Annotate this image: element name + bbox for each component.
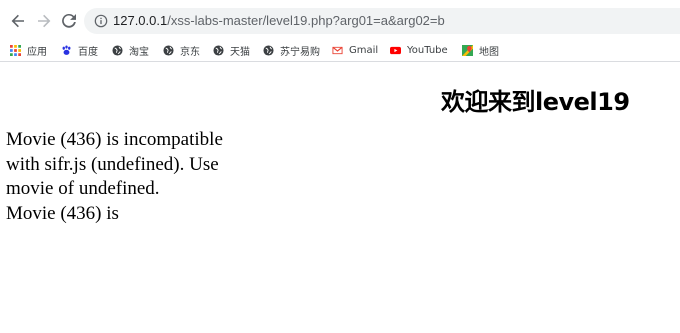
flash-error-message-repeat: Movie (436) is — [6, 202, 119, 224]
url-path: /xss-labs-master/level19.php?arg01=a&arg… — [167, 13, 445, 28]
maps-pin-icon — [462, 44, 473, 56]
globe-icon — [112, 44, 123, 56]
globe-icon — [263, 44, 274, 56]
bookmark-label: 应用 — [27, 46, 47, 58]
youtube-icon — [390, 45, 401, 56]
bookmark-label: 苏宁易购 — [280, 46, 320, 58]
bookmark-baidu[interactable]: 百度 — [61, 41, 98, 59]
forward-arrow-icon[interactable] — [33, 10, 55, 32]
reload-icon[interactable] — [58, 10, 80, 32]
page-heading: 欢迎来到level19 — [441, 88, 630, 116]
back-arrow-icon[interactable] — [7, 10, 29, 32]
bookmark-label: 地图 — [479, 46, 499, 58]
bookmark-maps[interactable]: 地图 — [462, 41, 499, 59]
address-bar[interactable]: 127.0.0.1/xss-labs-master/level19.php?ar… — [84, 8, 680, 34]
browser-toolbar: 127.0.0.1/xss-labs-master/level19.php?ar… — [0, 0, 680, 39]
bookmark-label: 天猫 — [230, 46, 250, 58]
bookmark-label: YouTube — [407, 44, 448, 56]
bookmark-label: Gmail — [349, 44, 379, 56]
bookmark-tmall[interactable]: 天猫 — [213, 41, 250, 59]
gmail-icon — [332, 45, 343, 56]
bookmarks-bar: 应用 百度 淘宝 京东 天猫 苏宁易购 Gmail YouTube 地图 — [0, 39, 680, 62]
page-content: 欢迎来到level19 Movie (436) is incompatible … — [0, 62, 680, 333]
bookmark-youtube[interactable]: YouTube — [390, 41, 448, 59]
url-text[interactable]: 127.0.0.1/xss-labs-master/level19.php?ar… — [113, 13, 445, 29]
baidu-paw-icon — [61, 44, 72, 56]
bookmark-suning[interactable]: 苏宁易购 — [263, 41, 320, 59]
bookmark-taobao[interactable]: 淘宝 — [112, 41, 149, 59]
globe-icon — [213, 44, 224, 56]
bookmark-label: 京东 — [180, 46, 200, 58]
bookmark-label: 百度 — [78, 46, 98, 58]
bookmark-label: 淘宝 — [129, 46, 149, 58]
flash-embed[interactable]: Movie (436) is incompatible with sifr.js… — [6, 128, 246, 242]
globe-icon — [163, 44, 174, 56]
bookmark-jd[interactable]: 京东 — [163, 41, 200, 59]
flash-error-message: Movie (436) is incompatible with sifr.js… — [6, 129, 223, 199]
info-icon[interactable] — [93, 13, 109, 29]
bookmark-gmail[interactable]: Gmail — [332, 41, 378, 59]
apps-grid-icon — [10, 44, 21, 56]
url-host: 127.0.0.1 — [113, 13, 168, 28]
bookmark-apps[interactable]: 应用 — [10, 41, 47, 59]
